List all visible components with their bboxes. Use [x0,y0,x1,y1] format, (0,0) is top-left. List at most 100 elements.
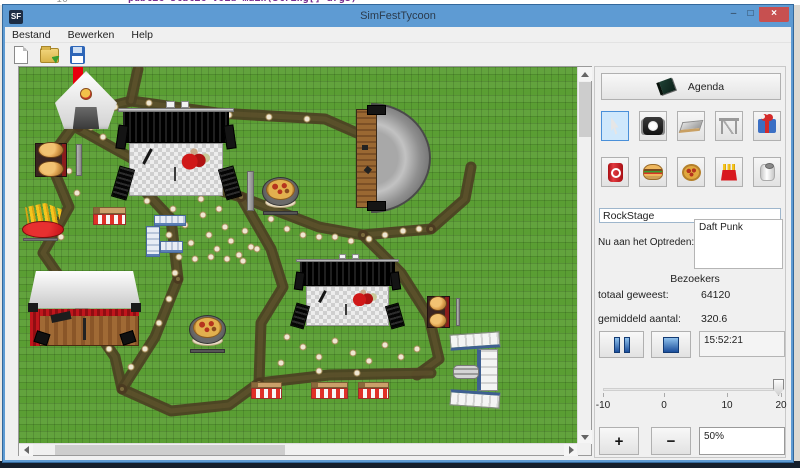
fries-tool-button[interactable] [715,157,743,187]
slider-tick-mark [603,393,604,397]
map-rock-stage[interactable] [116,101,236,201]
close-button[interactable]: × [759,7,789,22]
amphitheater-bowl [371,103,431,213]
gift-tool-button[interactable] [753,111,781,141]
map-striped-stand[interactable] [93,207,126,225]
toilet-row [477,349,498,390]
pizza-tool-button[interactable] [677,157,705,187]
select-tool-button[interactable] [601,111,629,141]
side-panel: Agenda Nu aan het Optreden: Daft Punk Be… [594,66,786,458]
burger [429,296,447,311]
maximize-button[interactable]: □ [742,7,759,22]
now-playing-label: Nu aan het Optreden: [598,237,694,248]
new-file-icon [14,46,28,64]
tool-row-2 [601,157,781,187]
slider-tick-label: 10 [721,400,732,411]
bench [456,298,460,327]
save-file-button[interactable] [66,45,88,65]
stage-tool-button[interactable] [677,111,705,141]
map-fries-stand[interactable] [21,203,71,241]
scaffold-tool-button[interactable] [715,111,743,141]
horizontal-scroll-thumb[interactable] [55,445,285,455]
striped-awning [93,214,126,225]
stand-counter [93,207,126,214]
map-barn-stage[interactable] [28,271,141,346]
map-amphitheater[interactable] [356,103,431,213]
slider-track[interactable] [603,388,782,391]
map-striped-stand[interactable] [358,382,389,399]
toilet-tool-button[interactable] [753,157,781,187]
fries-bowl [22,221,64,238]
agenda-button[interactable]: Agenda [601,73,781,100]
vertical-scroll-thumb[interactable] [579,82,591,137]
stop-button[interactable] [651,331,691,358]
scroll-right-arrow[interactable] [564,444,578,456]
pizza [266,179,295,200]
zoom-out-button[interactable]: − [651,427,691,455]
map-pipes[interactable] [453,365,479,379]
down-triangle-icon [581,435,589,440]
map-burger-stand[interactable] [33,141,85,179]
map-striped-stand[interactable] [251,382,282,399]
burger [38,142,64,159]
map-burger-stand[interactable] [426,295,462,329]
gift-icon [758,119,776,133]
striped-awning [358,388,389,399]
stage-roof [28,271,141,309]
now-playing-value: Daft Punk [699,222,743,233]
map-horizontal-scrollbar[interactable] [19,443,578,455]
scroll-left-arrow[interactable] [19,444,33,456]
map-barrier-group[interactable] [146,215,190,257]
burger [38,161,64,178]
stage-gear [362,145,368,151]
zoom-level-display: 50% [699,427,785,455]
spotlight-tool-button[interactable] [639,111,667,141]
slider-tick-mark [781,393,782,397]
background-right-strip [793,5,800,461]
speaker [116,124,129,149]
map-striped-stand[interactable] [311,382,348,399]
title-bar[interactable]: SF SimFestTycoon – □ × [5,7,791,27]
map-viewport[interactable] [19,67,578,444]
bench [23,238,58,241]
tent-logo [80,88,92,100]
map-pizza-stand[interactable] [259,173,303,215]
cursor-icon [608,117,622,135]
speaker [367,105,387,115]
mic-stand [83,318,85,341]
barrier-row [146,226,160,257]
stage-curtain [123,112,229,143]
scroll-up-arrow[interactable] [578,67,592,81]
map-entrance-tent[interactable] [53,71,119,129]
pause-button[interactable] [599,331,644,358]
map-rock-stage[interactable] [294,254,401,330]
slider-tick-label: -10 [596,400,610,411]
open-file-button[interactable] [38,45,60,65]
speed-slider[interactable]: -10 0 10 20 [595,367,787,419]
striped-awning [251,388,282,399]
menu-bewerken[interactable]: Bewerken [61,27,122,41]
map-vertical-scrollbar[interactable] [577,67,591,444]
map-bench-v[interactable] [247,171,254,211]
scrollbar-corner [577,443,591,455]
menu-bestand[interactable]: Bestand [5,27,58,41]
scroll-down-arrow[interactable] [578,430,592,444]
trash-can-icon [608,163,623,182]
fries-icon [721,164,737,181]
pause-icon [614,337,630,353]
slider-handle[interactable] [773,379,784,396]
map-pizza-stand[interactable] [186,311,230,353]
trash-tool-button[interactable] [601,157,629,187]
slider-tick-label: 0 [661,400,667,411]
zoom-in-button[interactable]: + [599,427,639,455]
burger-tool-button[interactable] [639,157,667,187]
new-file-button[interactable] [10,45,32,65]
stage-icon [679,119,704,132]
barrier-row [154,215,186,226]
bench [263,211,298,215]
menu-help[interactable]: Help [124,27,160,41]
slider-tick-label: 20 [775,400,786,411]
minimize-button[interactable]: – [725,7,742,22]
total-visitors-value: 64120 [701,289,730,301]
open-file-icon [40,48,59,63]
